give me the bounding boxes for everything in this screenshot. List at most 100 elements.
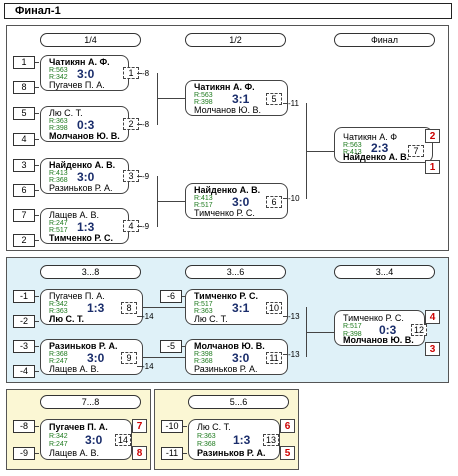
match-card[interactable]: Чатикян А. Ф. R:563 R:398 3:1 Молчанов Ю…: [185, 80, 288, 116]
round-label-final: Финал: [334, 33, 435, 47]
match-card[interactable]: Чатикян А. Ф. R:563 R:342 3:0 Пугачев П.…: [40, 55, 139, 91]
match-number: 11: [266, 352, 282, 364]
player-name: Молчанов Ю. В.: [194, 105, 262, 115]
connector-line: [35, 190, 39, 191]
loser-reference: -8: [142, 120, 150, 129]
connector-line: [183, 426, 187, 427]
player-name: Лю С. Т.: [194, 314, 228, 324]
match-score: 1:3: [87, 301, 105, 315]
place-badge: 4: [425, 310, 440, 324]
seed-box: 8: [13, 81, 35, 94]
match-card[interactable]: Разиньков Р. А. R:368 R:247 3:0 Лащев А.…: [40, 339, 143, 375]
loser-reference: -13: [288, 312, 300, 321]
loser-reference: -10: [288, 194, 300, 203]
round-label-semifinal: 1/2: [185, 33, 286, 47]
match-number: 14: [115, 434, 131, 446]
connector-line: [35, 346, 39, 347]
bracket-line: [306, 151, 334, 152]
match-number: 12: [411, 324, 427, 336]
connector-line: [35, 215, 39, 216]
connector-line: [35, 296, 39, 297]
loser-reference: -9: [142, 172, 150, 181]
connector-line: [35, 426, 39, 427]
player-name: Лащев А. В.: [49, 364, 100, 374]
match-score: 3:0: [232, 195, 250, 209]
player-name: Лю С. Т.: [197, 422, 231, 432]
match-score: 3:0: [232, 351, 250, 365]
round-label-3-4: 3...4: [334, 265, 435, 279]
place-badge: 7: [132, 419, 147, 433]
loser-seed-box: -4: [13, 365, 35, 378]
loser-seed-box: -5: [160, 340, 182, 353]
match-number: 5: [266, 93, 282, 105]
player-rating: R:342: [49, 433, 68, 440]
connector-line: [35, 87, 39, 88]
seed-box: 2: [13, 234, 35, 247]
connector-line: [35, 165, 39, 166]
loser-seed-box: -2: [13, 315, 35, 328]
loser-reference: -13: [288, 350, 300, 359]
match-number: 8: [121, 302, 137, 314]
match-score: 1:3: [233, 433, 251, 447]
round-label-quarterfinal: 1/4: [40, 33, 141, 47]
player-name: Пугачев П. А.: [49, 422, 108, 432]
match-score: 1:3: [77, 220, 95, 234]
place-badge: 6: [280, 419, 295, 433]
bracket-line: [306, 332, 334, 333]
match-number: 13: [263, 434, 279, 446]
connector-line: [35, 453, 39, 454]
player-name: Тимченко Р. С.: [194, 208, 255, 218]
bracket-line: [157, 73, 158, 125]
placement-7-8-panel: 7...8 -8 -9 Пугачев П. А. R:342 R:247 3:…: [6, 389, 151, 470]
match-card[interactable]: Пугачев П. А. R:342 R:363 1:3 Лю С. Т. 8: [40, 289, 143, 325]
match-card[interactable]: Лащев А. В. R:247 R:517 1:3 Тимченко Р. …: [40, 208, 139, 244]
loser-seed-box: -8: [13, 420, 35, 433]
connector-line: [35, 139, 39, 140]
connector-line: [183, 453, 187, 454]
round-label-3-6: 3...6: [185, 265, 286, 279]
loser-reference: -14: [142, 362, 154, 371]
player-rating: R:363: [197, 433, 216, 440]
seed-box: 7: [13, 209, 35, 222]
loser-seed-box: -1: [13, 290, 35, 303]
seed-box: 1: [13, 56, 35, 69]
loser-seed-box: -6: [160, 290, 182, 303]
place-badge: 8: [132, 446, 147, 460]
match-number: 9: [121, 352, 137, 364]
placement-5-6-panel: 5...6 -10 -11 Лю С. Т. R:363 R:368 1:3 Р…: [154, 389, 299, 470]
match-card[interactable]: Чатикян А. Ф R:563 R:413 2:3 Найденко А.…: [334, 127, 433, 163]
player-name: Разиньков Р. А.: [197, 448, 266, 458]
match-score: 0:3: [77, 118, 95, 132]
match-number: 10: [266, 302, 282, 314]
player-name: Лащев А. В.: [49, 448, 100, 458]
place-badge: 2: [425, 129, 440, 143]
match-card[interactable]: Молчанов Ю. В. R:398 R:368 3:0 Разиньков…: [185, 339, 288, 375]
match-number: 6: [266, 196, 282, 208]
bracket-line: [143, 307, 185, 308]
loser-reference: -8: [142, 69, 150, 78]
match-card[interactable]: Тимченко Р. С. R:517 R:363 3:1 Лю С. Т. …: [185, 289, 288, 325]
loser-seed-box: -9: [13, 447, 35, 460]
player-rating: R:517: [343, 323, 362, 330]
match-card[interactable]: Лю С. Т. R:363 R:398 0:3 Молчанов Ю. В. …: [40, 106, 139, 142]
match-score: 3:0: [77, 170, 95, 184]
match-card[interactable]: Тимченко Р. С. R:517 R:398 0:3 Молчанов …: [334, 310, 427, 346]
match-card[interactable]: Найденко А. В. R:413 R:517 3:0 Тимченко …: [185, 183, 288, 219]
player-name: Лю С. Т.: [49, 314, 84, 324]
match-number: 7: [408, 145, 424, 157]
match-card[interactable]: Найденко А. В. R:413 R:368 3:0 Разиньков…: [40, 158, 139, 194]
loser-seed-box: -10: [161, 420, 183, 433]
page-title: Финал-1: [4, 3, 452, 19]
player-name: Молчанов Ю. В.: [343, 335, 414, 345]
player-name: Тимченко Р. С.: [49, 233, 114, 243]
loser-reference: -14: [142, 312, 154, 321]
match-card[interactable]: Лю С. Т. R:363 R:368 1:3 Разиньков Р. А.…: [188, 419, 280, 460]
main-bracket-panel: 1/4 1/2 Финал 1 8 5 4 3 6 7 2 Чатикян А.…: [6, 25, 449, 251]
player-name: Молчанов Ю. В.: [49, 131, 120, 141]
match-card[interactable]: Пугачев П. А. R:342 R:247 3:0 Лащев А. В…: [40, 419, 132, 460]
seed-box: 5: [13, 107, 35, 120]
bracket-line: [157, 98, 185, 99]
place-badge: 1: [425, 160, 440, 174]
match-score: 3:0: [85, 433, 103, 447]
connector-line: [35, 113, 39, 114]
